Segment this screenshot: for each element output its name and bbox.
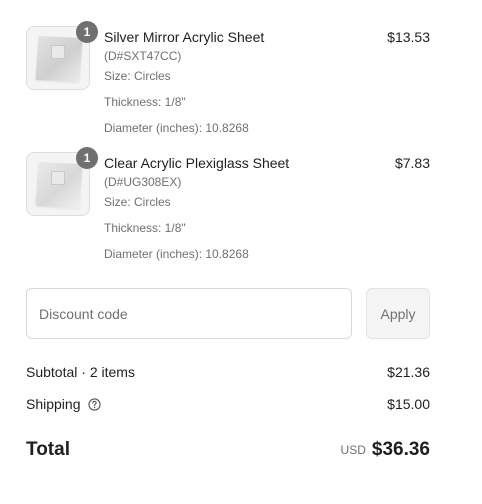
discount-code-input[interactable] [26,288,352,339]
question-circle-icon[interactable] [88,397,102,415]
item-size: Size: Circles [104,195,171,209]
currency-code: USD [340,443,366,457]
product-thumbnail: 1 [26,147,98,216]
item-title: Silver Mirror Acrylic Sheet [104,29,265,45]
item-diameter: Diameter (inches): 10.8268 [104,121,249,135]
subtotal-row: Subtotal · 2 items $21.36 [26,363,430,381]
apply-discount-button[interactable]: Apply [366,288,430,339]
silver-mirror-acrylic-thumbnail [35,35,83,83]
item-sku: (D#SXT47CC) [104,49,182,63]
shipping-label: Shipping [26,396,81,412]
thumbnail-mark [51,171,65,185]
total-row: Total USD $36.36 [26,438,430,462]
item-title: Clear Acrylic Plexiglass Sheet [104,155,290,171]
subtotal-value: $21.36 [387,364,430,380]
item-price: $13.53 [387,29,430,45]
discount-row: Apply [26,288,430,340]
total-label: Total [26,439,70,460]
quantity-badge: 1 [76,147,98,169]
item-details: Silver Mirror Acrylic Sheet (D#SXT47CC) … [104,28,354,136]
thumbnail-mark [51,45,65,59]
total-amount: $36.36 [371,439,430,460]
quantity-badge: 1 [76,21,98,43]
subtotal-label: Subtotal · 2 items [26,364,135,380]
item-sku: (D#UG308EX) [104,175,182,189]
item-details: Clear Acrylic Plexiglass Sheet (D#UG308E… [104,154,354,262]
item-diameter: Diameter (inches): 10.8268 [104,247,249,261]
shipping-value: $15.00 [387,396,430,412]
total-value-group: USD $36.36 [341,438,430,463]
product-thumbnail: 1 [26,21,98,90]
clear-acrylic-thumbnail [35,161,83,209]
shipping-row: Shipping $15.00 [26,395,430,415]
item-thickness: Thickness: 1/8" [104,95,186,109]
item-size: Size: Circles [104,69,171,83]
item-price: $7.83 [394,155,430,171]
item-thickness: Thickness: 1/8" [104,221,186,235]
